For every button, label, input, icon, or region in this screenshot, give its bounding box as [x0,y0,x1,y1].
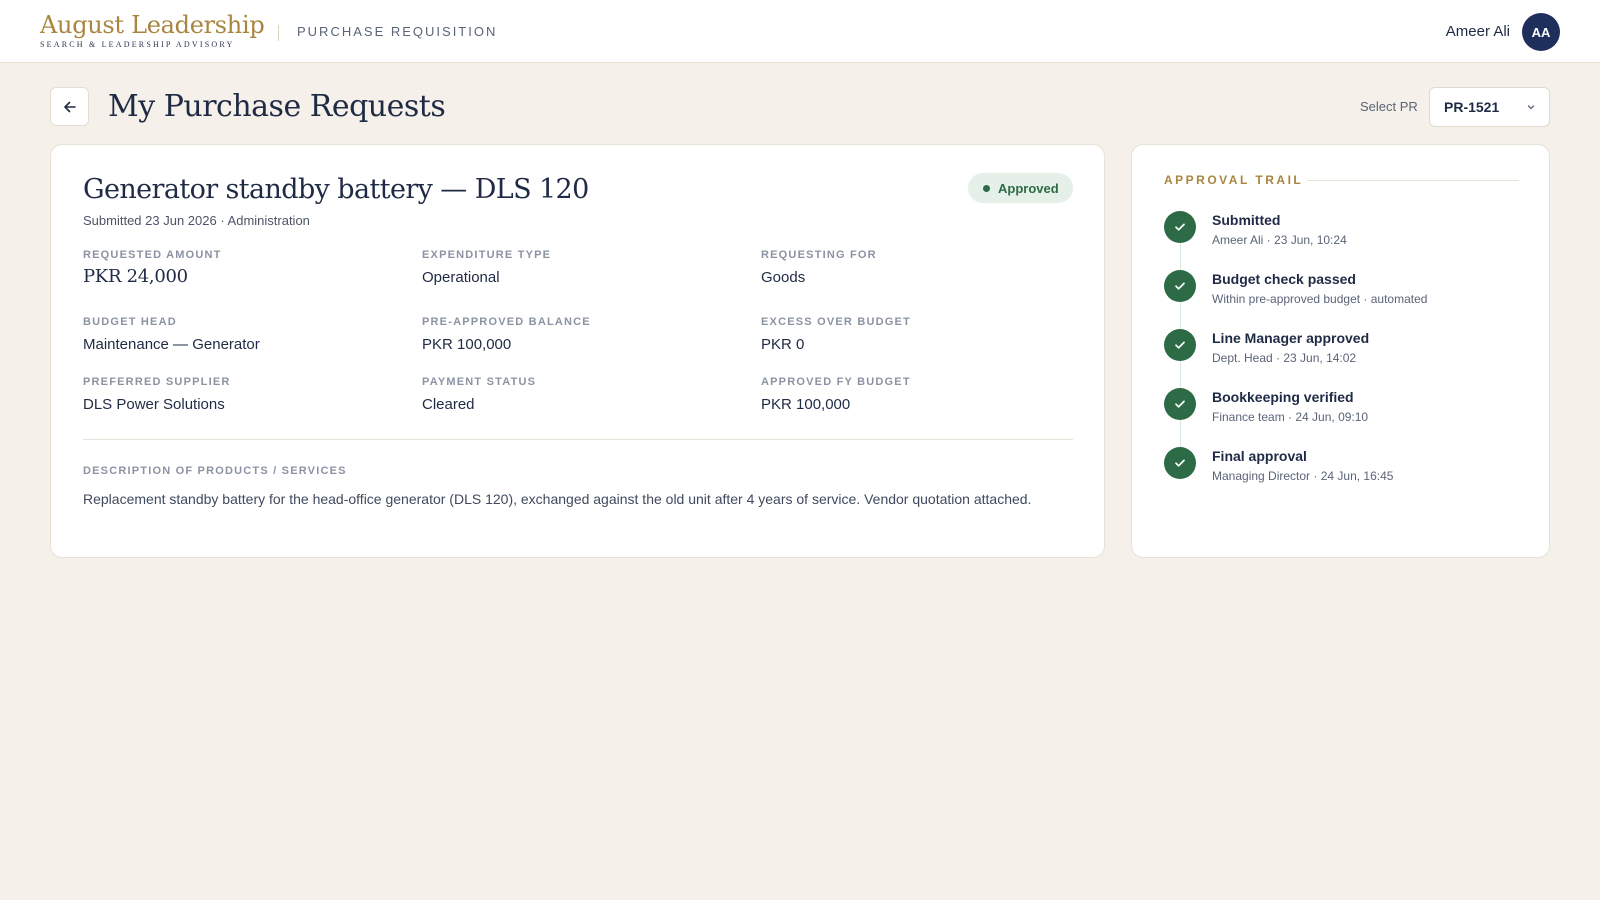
chevron-down-icon [1527,105,1535,110]
field-label: REQUESTING FOR [761,249,877,261]
field-label: PAYMENT STATUS [422,376,537,388]
back-button[interactable] [50,87,89,126]
step-title: Final approval [1212,448,1307,464]
step-meta: Within pre-approved budget · automated [1212,292,1428,306]
field-label: APPROVED FY BUDGET [761,376,911,388]
field-label: EXCESS OVER BUDGET [761,316,911,328]
field-value: PKR 100,000 [761,396,851,413]
request-subtitle: Submitted 23 Jun 2026 · Administration [83,213,310,228]
check-icon [1164,447,1196,479]
check-icon [1164,270,1196,302]
pr-select-value: PR-1521 [1444,99,1500,115]
field-value: PKR 100,000 [422,336,512,353]
step-title: Submitted [1212,212,1281,228]
trail-step: Bookkeeping verified Finance team · 24 J… [1164,388,1524,428]
field-label: REQUESTED AMOUNT [83,249,222,261]
approval-trail-card: APPROVAL TRAIL Submitted Ameer Ali · 23 … [1131,144,1550,558]
top-bar: August Leadership SEARCH & LEADERSHIP AD… [0,0,1600,63]
header-divider [278,25,279,41]
request-title: Generator standby battery — DLS 120 [83,174,589,205]
title-divider [1307,180,1519,181]
check-icon [1164,388,1196,420]
description-label: DESCRIPTION OF PRODUCTS / SERVICES [83,465,347,477]
field-label: BUDGET HEAD [83,316,177,328]
check-icon [1164,211,1196,243]
step-meta: Ameer Ali · 23 Jun, 10:24 [1212,233,1347,247]
request-detail-card: Generator standby battery — DLS 120 Subm… [50,144,1105,558]
field-value: Goods [761,269,806,286]
field-value: DLS Power Solutions [83,396,225,413]
status-dot-icon [983,184,990,192]
page-title: My Purchase Requests [108,89,446,124]
brand-tagline: SEARCH & LEADERSHIP ADVISORY [40,40,235,49]
field-value: PKR 0 [761,336,805,353]
avatar[interactable]: AA [1522,13,1560,51]
field-label: PRE-APPROVED BALANCE [422,316,591,328]
field-value: PKR 24,000 [83,266,188,287]
step-title: Bookkeeping verified [1212,389,1354,405]
field-label: PREFERRED SUPPLIER [83,376,231,388]
trail-step: Line Manager approved Dept. Head · 23 Ju… [1164,329,1524,369]
brand-name: August Leadership [40,11,265,39]
step-title: Budget check passed [1212,271,1356,287]
user-name[interactable]: Ameer Ali [1446,23,1510,40]
trail-step: Final approval Managing Director · 24 Ju… [1164,447,1524,487]
field-label: EXPENDITURE TYPE [422,249,552,261]
step-meta: Finance team · 24 Jun, 09:10 [1212,410,1369,424]
brand-logo[interactable]: August Leadership SEARCH & LEADERSHIP AD… [40,11,265,50]
description-text: Replacement standby battery for the head… [83,491,1032,507]
trail-step: Budget check passed Within pre-approved … [1164,270,1524,310]
step-meta: Managing Director · 24 Jun, 16:45 [1212,469,1394,483]
approval-trail-title: APPROVAL TRAIL [1164,173,1304,187]
trail-step: Submitted Ameer Ali · 23 Jun, 10:24 [1164,211,1524,251]
step-meta: Dept. Head · 23 Jun, 14:02 [1212,351,1357,365]
status-badge: Approved [968,173,1073,203]
pr-select[interactable]: PR-1521 [1429,87,1550,127]
step-title: Line Manager approved [1212,330,1370,346]
module-title: PURCHASE REQUISITION [297,24,498,39]
select-pr-label: Select PR [1360,99,1418,114]
field-value: Maintenance — Generator [83,336,260,353]
field-value: Cleared [422,396,475,413]
field-value: Operational [422,269,500,286]
check-icon [1164,329,1196,361]
arrow-left-icon [63,101,76,112]
divider [83,439,1073,440]
status-label: Approved [998,180,1059,196]
